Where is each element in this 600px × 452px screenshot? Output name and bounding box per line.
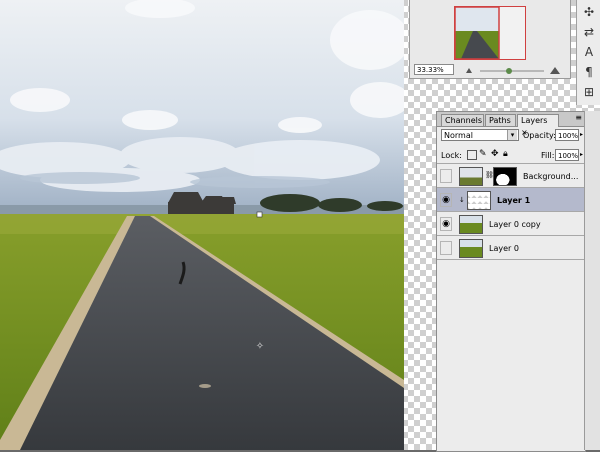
- brush-swap-icon[interactable]: ⇄: [580, 24, 598, 40]
- fill-arrow-icon[interactable]: ▸: [580, 151, 583, 158]
- layer-thumbnail[interactable]: [467, 191, 491, 210]
- panel-menu-icon[interactable]: ≡: [575, 113, 582, 122]
- lock-transparent-icon[interactable]: [467, 150, 477, 160]
- paragraph-icon[interactable]: ¶: [580, 64, 598, 80]
- tab-label: Paths: [489, 116, 511, 125]
- lock-pixels-icon[interactable]: ✎: [479, 149, 487, 159]
- road-photo: ✧: [0, 0, 404, 450]
- fill-field[interactable]: 100%: [555, 149, 579, 161]
- tab-channels[interactable]: Channels: [441, 114, 484, 126]
- panel-icon-strip: ✣ ⇄ A ¶ ⊞: [576, 0, 600, 105]
- lock-position-icon[interactable]: ✥: [491, 149, 499, 159]
- navigator-thumbnail[interactable]: [454, 6, 526, 60]
- tool-preset-icon[interactable]: ✣: [580, 4, 598, 20]
- tab-label: Layers: [521, 116, 548, 125]
- zoom-in-icon[interactable]: [550, 67, 560, 74]
- fill-label: Fill:: [541, 151, 555, 160]
- tab-layers[interactable]: Layers ×: [517, 114, 559, 137]
- visibility-toggle[interactable]: [440, 241, 452, 255]
- chevron-down-icon[interactable]: ▾: [507, 130, 517, 140]
- layer-row[interactable]: ⛓ Background...: [437, 164, 585, 188]
- lock-label: Lock:: [441, 151, 462, 160]
- layer-list: ⛓ Background... ◉ ↓ Layer 1 ◉ Layer 0 copy Laye…: [437, 163, 585, 274]
- visibility-toggle[interactable]: [440, 169, 452, 183]
- lock-all-icon[interactable]: 🔒︎: [503, 149, 508, 159]
- layer-thumbnail[interactable]: [459, 215, 483, 234]
- visibility-toggle[interactable]: ◉: [440, 193, 452, 207]
- clip-arrow-icon: ↓: [459, 196, 465, 204]
- opacity-arrow-icon[interactable]: ▸: [580, 131, 583, 138]
- visibility-toggle[interactable]: ◉: [440, 217, 452, 231]
- tab-label: Channels: [445, 116, 483, 125]
- layer-thumbnail[interactable]: [459, 239, 483, 258]
- blend-mode-value: Normal: [444, 131, 473, 140]
- zoom-slider-handle[interactable]: [506, 68, 512, 74]
- layer-name[interactable]: Background...: [523, 172, 578, 181]
- character-icon[interactable]: A: [580, 44, 598, 60]
- eye-icon: ◉: [442, 219, 450, 229]
- layer-row[interactable]: Layer 0: [437, 236, 585, 260]
- blend-row: Normal ▾ Opacity: 100% ▸: [437, 129, 585, 143]
- layer-name[interactable]: Layer 1: [497, 196, 530, 205]
- panel-scrollbar[interactable]: [584, 111, 600, 450]
- opacity-label: Opacity:: [523, 131, 556, 140]
- eye-icon: ◉: [442, 195, 450, 205]
- navigator-preview: [455, 7, 525, 59]
- layer-row[interactable]: ◉ Layer 0 copy: [437, 212, 585, 236]
- opacity-field[interactable]: 100%: [555, 129, 579, 141]
- panel-tabs: Channels Paths Layers × ≡: [437, 112, 585, 137]
- clone-source-icon[interactable]: ⊞: [580, 84, 598, 100]
- zoom-out-icon[interactable]: [466, 68, 472, 73]
- layer-name[interactable]: Layer 0 copy: [489, 220, 541, 229]
- navigator-panel: 33.33%: [409, 0, 571, 79]
- zoom-slider[interactable]: [462, 64, 566, 76]
- layers-panel: Channels Paths Layers × ≡ Normal ▾ Opacity:…: [436, 111, 586, 452]
- svg-text:✧: ✧: [256, 341, 264, 352]
- layer-name[interactable]: Layer 0: [489, 244, 519, 253]
- layer-row[interactable]: ◉ ↓ Layer 1: [437, 188, 585, 212]
- blend-mode-select[interactable]: Normal ▾: [441, 129, 519, 141]
- lock-row: Lock: ✎ ✥ 🔒︎ Fill: 100% ▸: [437, 149, 585, 163]
- layer-thumbnail[interactable]: [459, 167, 483, 186]
- tab-paths[interactable]: Paths: [485, 114, 516, 126]
- zoom-field[interactable]: 33.33%: [414, 64, 454, 75]
- layer-mask-thumbnail[interactable]: [493, 167, 517, 186]
